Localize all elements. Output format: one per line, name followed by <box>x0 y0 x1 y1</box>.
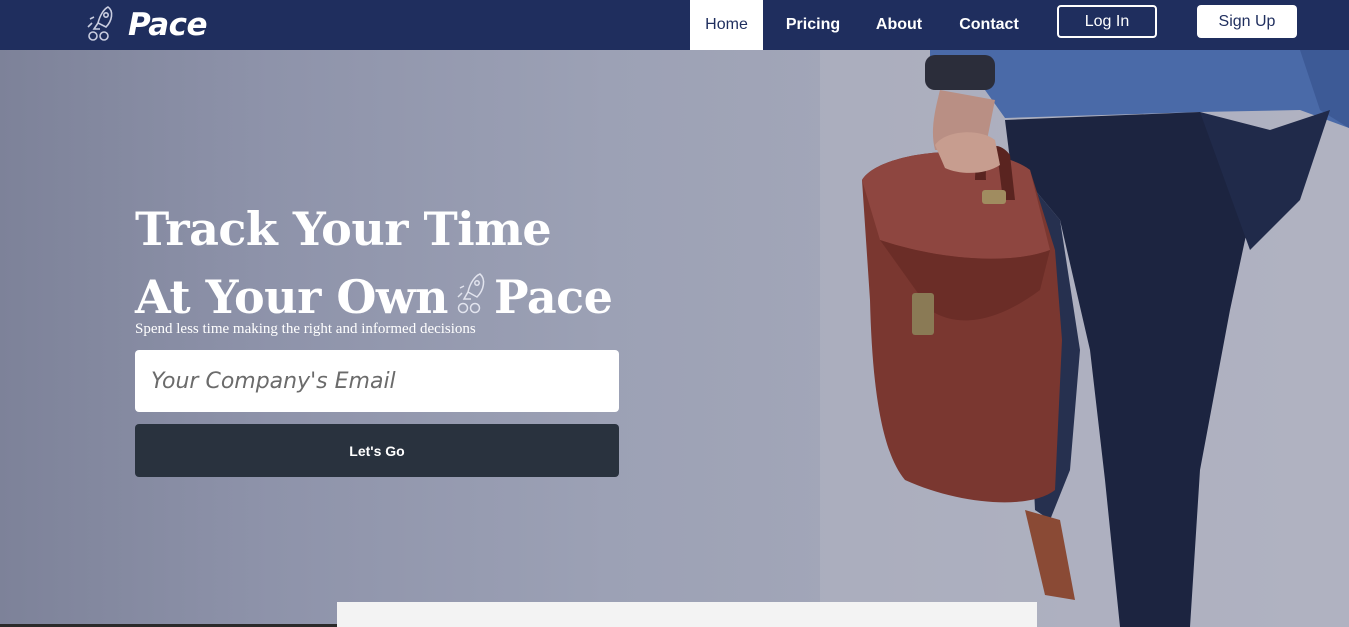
hero-title: Track Your Time At Your Own Pace <box>135 195 695 331</box>
rocket-icon <box>87 6 113 41</box>
hero-section: Track Your Time At Your Own Pace Spend l… <box>0 50 1349 627</box>
hero-title-line2-pre: At Your Own <box>135 270 448 324</box>
hero-background-photo <box>820 50 1349 627</box>
navbar: Pace Home Pricing About Contact Log In S… <box>0 0 1349 50</box>
nav-contact[interactable]: Contact <box>952 0 1026 50</box>
login-button[interactable]: Log In <box>1057 5 1157 38</box>
hero-title-line2-post: Pace <box>493 270 613 324</box>
hero-subtitle: Spend less time making the right and inf… <box>135 321 476 337</box>
nav-home[interactable]: Home <box>690 0 763 50</box>
email-input[interactable] <box>135 350 619 412</box>
hero-title-line1: Track Your Time <box>135 202 552 256</box>
nav-pricing[interactable]: Pricing <box>778 0 848 50</box>
rocket-icon <box>457 273 485 314</box>
brand-logo[interactable]: Pace <box>84 4 208 46</box>
content-card-top <box>337 602 1037 627</box>
signup-button[interactable]: Sign Up <box>1197 5 1297 38</box>
lets-go-button[interactable]: Let's Go <box>135 424 619 477</box>
brand-name: Pace <box>128 7 208 43</box>
nav-about[interactable]: About <box>870 0 928 50</box>
